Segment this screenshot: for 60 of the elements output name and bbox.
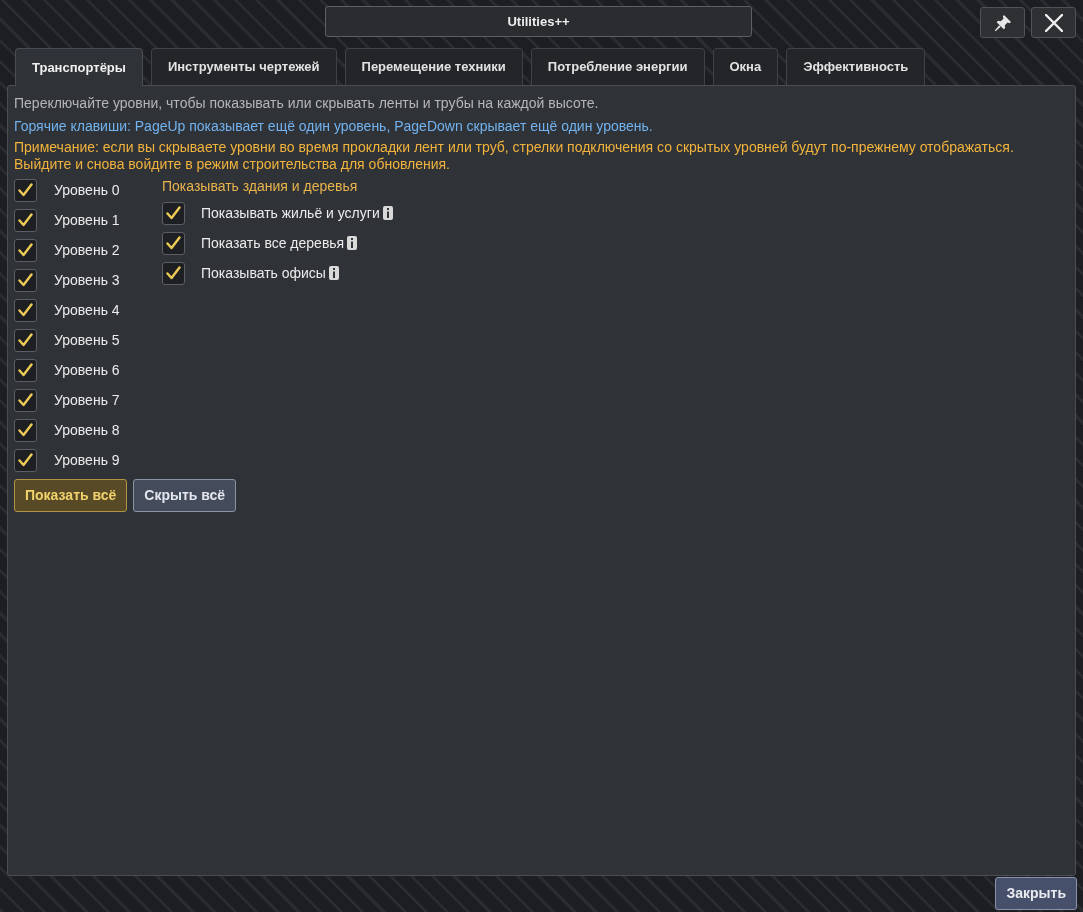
pin-button[interactable] [980,7,1025,38]
window-title: Utilities++ [325,6,752,37]
checkbox-label: Уровень 1 [54,210,120,230]
checkbox-label: Уровень 0 [54,180,120,200]
checkbox-label: Уровень 2 [54,240,120,260]
check-icon [166,266,181,280]
check-icon [18,453,33,467]
close-button[interactable] [1031,7,1076,38]
checkbox-label: Уровень 8 [54,420,120,440]
checkbox[interactable] [14,208,37,232]
checkbox-label: Показывать жильё и услуги [201,203,380,223]
tab[interactable]: Инструменты чертежей [150,48,337,85]
info-icon[interactable] [347,236,358,250]
checkbox[interactable] [14,238,37,262]
check-icon [18,213,33,227]
checkbox-label: Уровень 5 [54,330,120,350]
checkbox[interactable] [162,261,185,285]
check-icon [166,206,181,220]
note-text: Примечание: если вы скрываете уровни во время прокладки лент или труб, стрелки подключения со скрытых уровней будут по-прежнему отображаться. Выйдите и снова войдите в режим строительства для обновления. [14,139,1015,173]
tab[interactable]: Эффективность [786,48,926,85]
checkbox-label: Уровень 7 [54,390,120,410]
checkbox-label: Уровень 3 [54,270,120,290]
hotkeys-text: Горячие клавиши: PageUp показывает ещё один уровень, PageDown скрывает ещё один уровень. [14,117,654,135]
check-icon [18,423,33,437]
checkbox-label: Показать все деревья [201,233,345,253]
checkbox[interactable] [14,268,37,292]
checkbox[interactable] [162,231,185,255]
info-icon[interactable] [328,266,339,280]
check-icon [18,393,33,407]
section-heading: Показывать здания и деревья [162,177,358,196]
checkbox[interactable] [14,418,37,442]
checkbox[interactable] [162,201,185,225]
tab[interactable]: Перемещение техники [344,48,523,85]
checkbox-label: Уровень 9 [54,450,120,470]
tab[interactable]: Потребление энергии [530,48,705,85]
tab[interactable]: Окна [712,48,779,85]
check-icon [166,236,181,250]
description-text: Переключайте уровни, чтобы показывать или скрывать ленты и трубы на каждой высоте. [14,94,600,112]
close-button[interactable]: Закрыть [995,877,1077,910]
checkbox-label: Показывать офисы [201,263,326,283]
check-icon [18,333,33,347]
checkbox[interactable] [14,328,37,352]
check-icon [18,243,33,257]
checkbox[interactable] [14,388,37,412]
checkbox-label: Уровень 6 [54,360,120,380]
check-icon [18,303,33,317]
hide-all-button[interactable]: Скрыть всё [133,479,237,512]
checkbox[interactable] [14,178,37,202]
info-icon[interactable] [382,206,393,220]
check-icon [18,183,33,197]
pushpin-icon [993,13,1012,32]
check-icon [18,273,33,287]
checkbox[interactable] [14,358,37,382]
checkbox[interactable] [14,448,37,472]
checkbox-label: Уровень 4 [54,300,120,320]
checkbox[interactable] [14,298,37,322]
tab[interactable]: Транспортёры [15,48,143,86]
close-icon [1044,13,1063,32]
show-all-button[interactable]: Показать всё [14,479,128,512]
check-icon [18,363,33,377]
